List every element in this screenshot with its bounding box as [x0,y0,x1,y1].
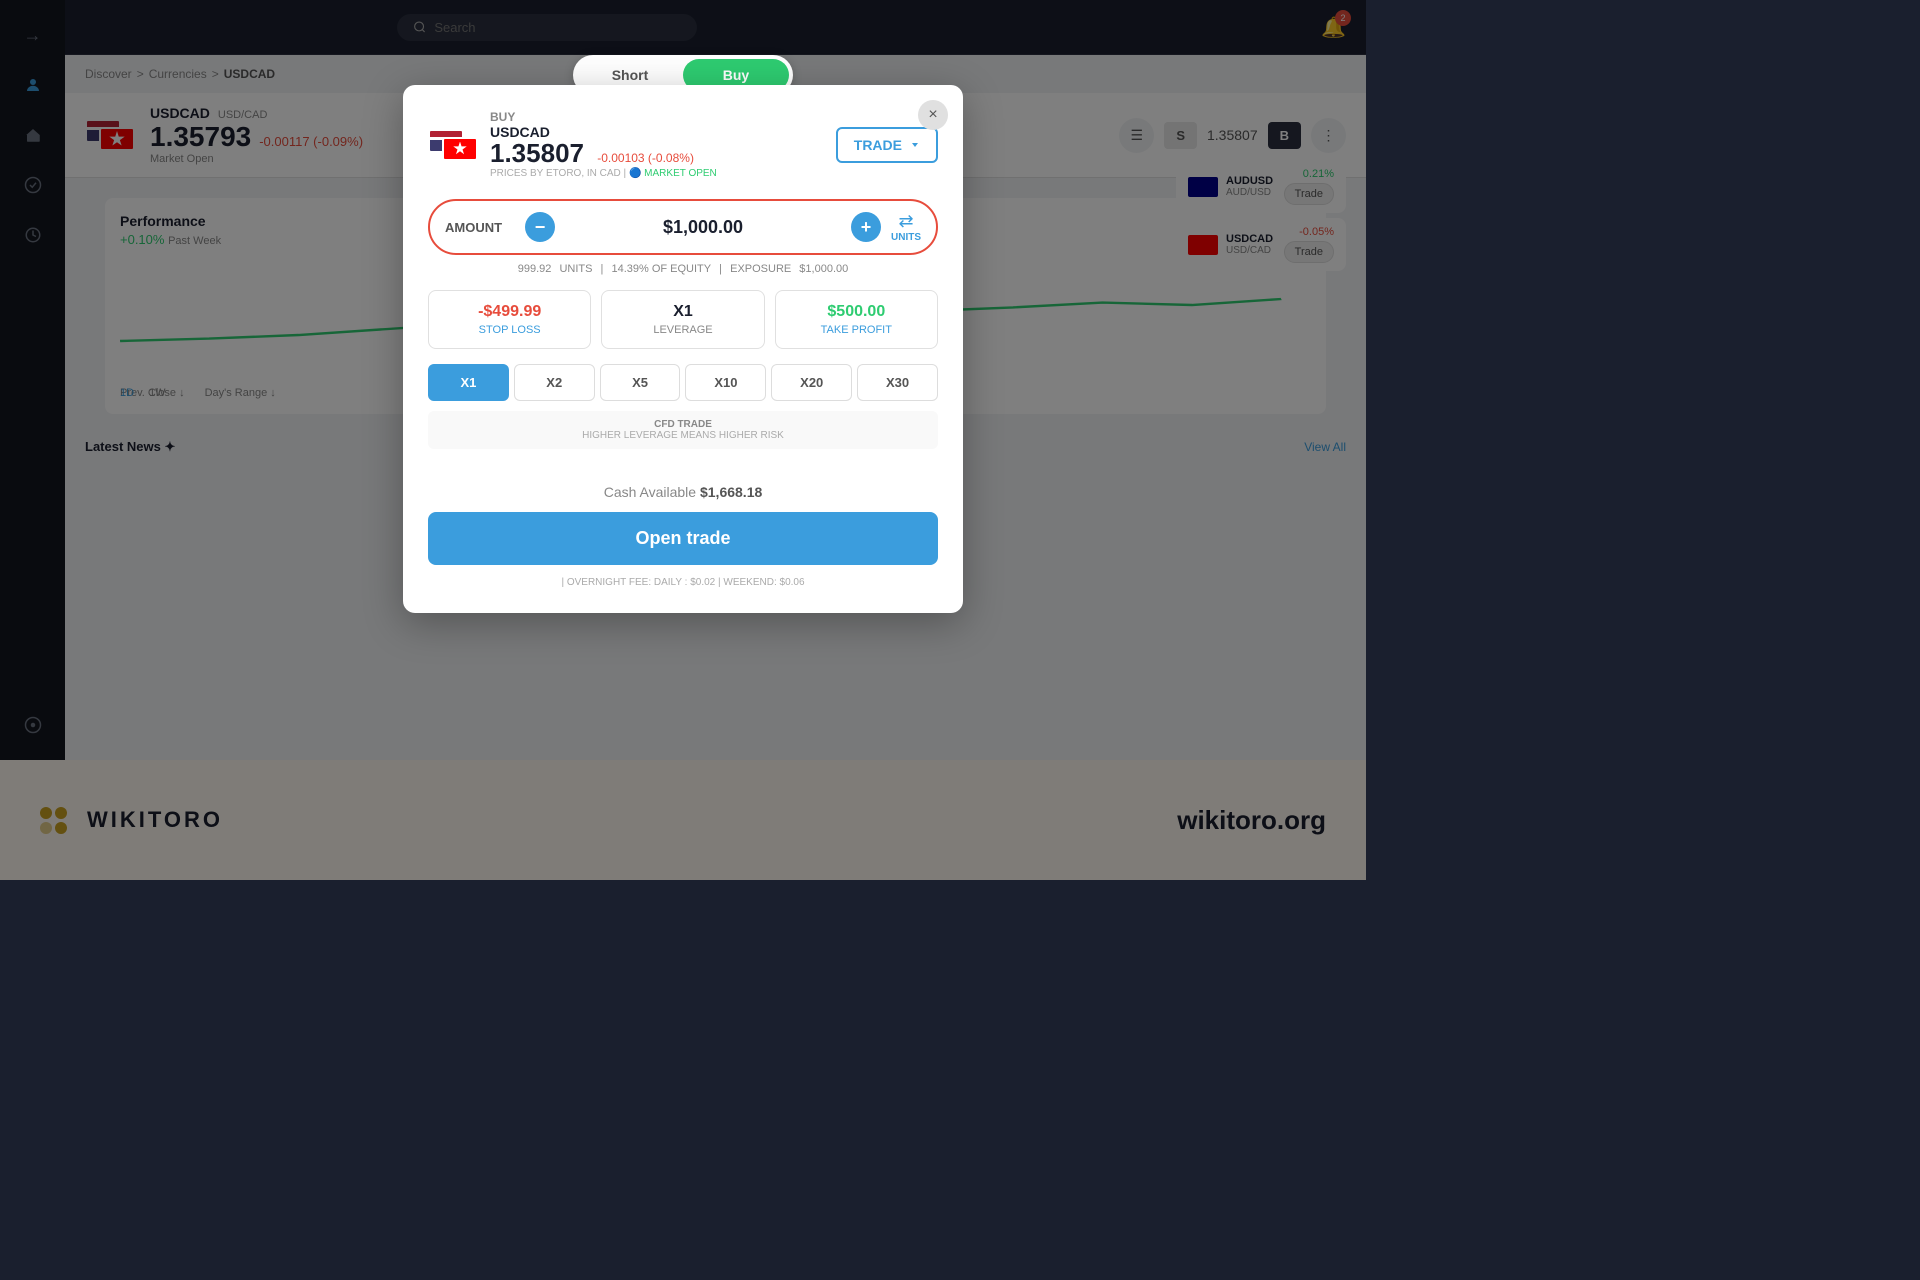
amount-plus-button[interactable]: + [851,212,881,242]
leverage-label: LEVERAGE [614,324,751,336]
cfd-title: CFD TRADE [436,419,930,430]
cash-amount: $1,668.18 [700,484,762,500]
units-icon: ⇄ [898,211,913,232]
amount-section: AMOUNT − + ⇄ UNITS [428,199,938,255]
modal-asset-price: 1.35807 -0.00103 (-0.08%) [490,140,717,166]
amount-minus-button[interactable]: − [525,212,555,242]
modal-flags [428,129,478,161]
exposure: EXPOSURE $1,000.00 [730,263,853,275]
cash-available: Cash Available $1,668.18 [428,484,938,500]
modal-spacer [428,464,938,484]
leverage-x20-btn[interactable]: X20 [771,364,852,401]
open-trade-button[interactable]: Open trade [428,512,938,565]
leverage-buttons: X1 X2 X5 X10 X20 X30 [428,364,938,401]
take-profit-card[interactable]: $500.00 TAKE PROFIT [775,290,938,349]
amount-label: AMOUNT [445,220,515,235]
take-profit-value: $500.00 [788,303,925,321]
leverage-x10-btn[interactable]: X10 [685,364,766,401]
trade-modal: Short Buy × BUY USDCAD 1.35807 -0.00103 … [403,55,963,613]
modal-prices-by: PRICES BY ETORO, IN CAD | 🔵 MARKET OPEN [490,168,717,179]
chevron-down-icon [910,140,920,150]
take-profit-label: TAKE PROFIT [788,324,925,336]
leverage-x1-btn[interactable]: X1 [428,364,509,401]
stop-loss-card[interactable]: -$499.99 STOP LOSS [428,290,591,349]
sl-tp-row: -$499.99 STOP LOSS X1 LEVERAGE $500.00 T… [428,290,938,349]
amount-input[interactable] [565,217,841,238]
amount-subinfo: 999.92 UNITS | 14.39% OF EQUITY | EXPOSU… [428,263,938,275]
cfd-note: CFD TRADE HIGHER LEVERAGE MEANS HIGHER R… [428,411,938,449]
modal-trade-dropdown: TRADE [836,127,938,163]
modal-body: × BUY USDCAD 1.35807 -0.00103 (-0.08%) P… [403,85,963,613]
overnight-fee: | OVERNIGHT FEE: DAILY : $0.02 | WEEKEND… [428,577,938,588]
stop-loss-value: -$499.99 [441,303,578,321]
leverage-x5-btn[interactable]: X5 [600,364,681,401]
cfd-note-text: HIGHER LEVERAGE MEANS HIGHER RISK [436,430,930,441]
modal-header: BUY USDCAD 1.35807 -0.00103 (-0.08%) PRI… [428,110,938,179]
modal-buy-label: BUY [490,110,717,124]
trade-dropdown-btn[interactable]: TRADE [836,127,938,163]
leverage-x30-btn[interactable]: X30 [857,364,938,401]
equity-pct: 14.39% OF EQUITY [611,263,711,275]
modal-asset-info: BUY USDCAD 1.35807 -0.00103 (-0.08%) PRI… [490,110,717,179]
units-count: 999.92 UNITS [513,263,593,275]
leverage-value: X1 [614,303,751,321]
stop-loss-label: STOP LOSS [441,324,578,336]
units-toggle[interactable]: ⇄ UNITS [891,211,921,243]
modal-price-change: -0.00103 (-0.08%) [597,151,694,165]
close-button[interactable]: × [918,100,948,130]
leverage-card[interactable]: X1 LEVERAGE [601,290,764,349]
modal-market-open: 🔵 MARKET OPEN [629,168,717,179]
units-label: UNITS [891,232,921,243]
leverage-x2-btn[interactable]: X2 [514,364,595,401]
